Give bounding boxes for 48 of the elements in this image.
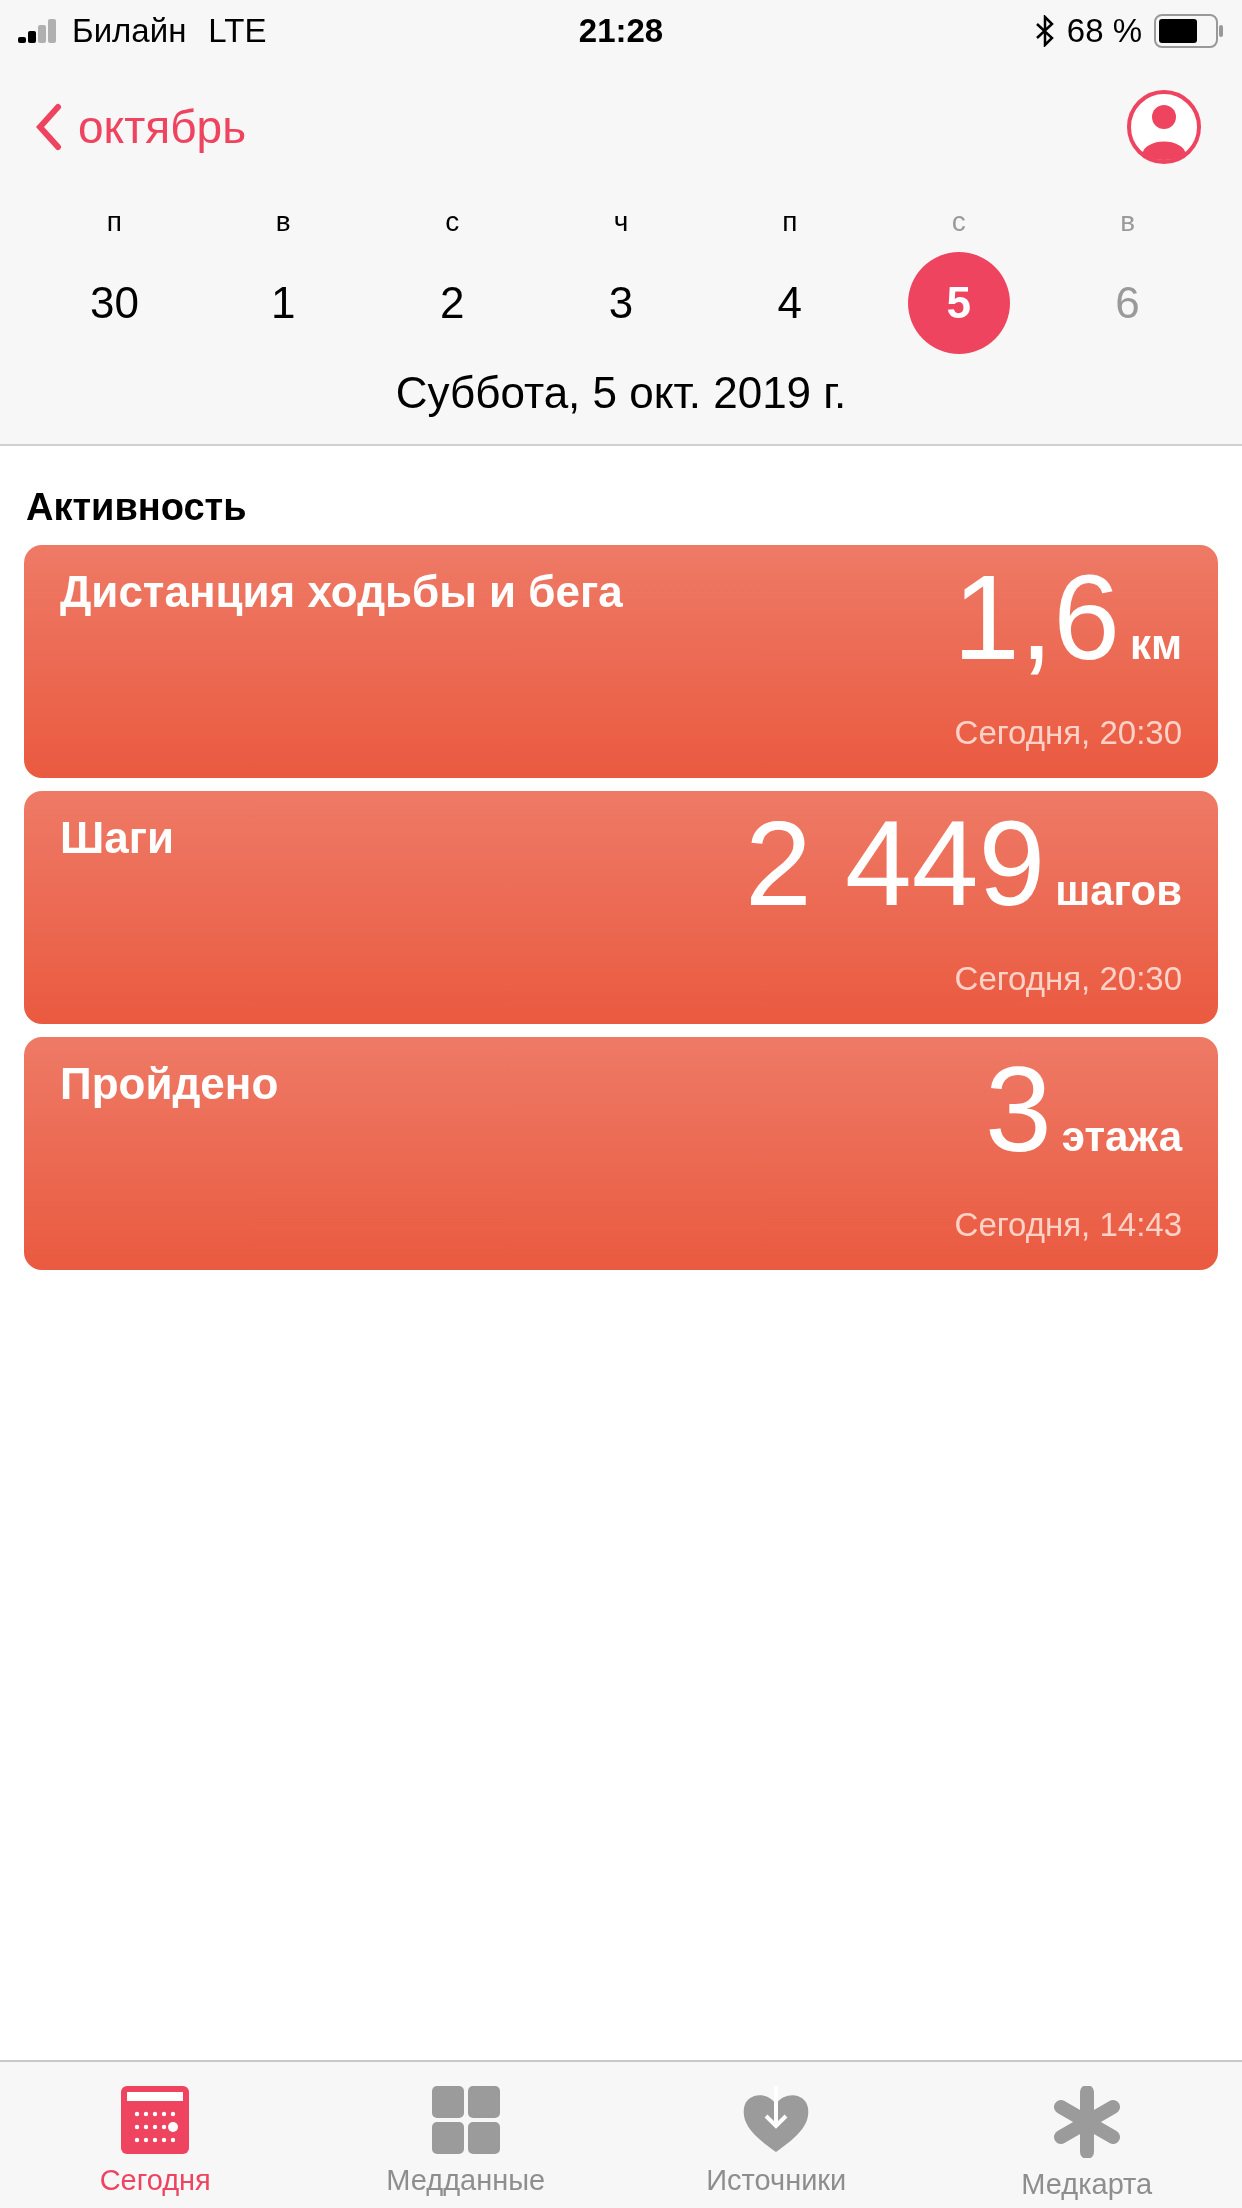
metric-value: 1,6 [953,557,1120,677]
calendar-day[interactable]: 5 [907,252,1010,354]
battery-icon [1154,14,1224,48]
calendar-day[interactable]: 2 [401,252,504,354]
weekday-label: ч [613,205,629,239]
calendar-day[interactable]: 4 [738,252,841,354]
calendar-icon [121,2086,190,2154]
timestamp: Сегодня, 14:43 [954,1206,1182,1244]
chevron-left-icon [36,103,62,151]
card-title: Дистанция ходьбы и бега [60,567,623,618]
clock: 21:28 [578,12,664,50]
weekday-label: с [445,205,460,239]
metric-value: 3 [985,1049,1052,1169]
weekday-label: в [275,205,291,239]
activity-card[interactable]: Шаги 2 449 шагов Сегодня, 20:30 [24,791,1218,1024]
profile-avatar-icon[interactable] [1126,89,1202,165]
weekday-label: в [1120,205,1135,239]
metric-unit: шагов [1055,867,1182,915]
section-title: Активность [26,486,247,528]
tab-bar-item[interactable]: Источники [621,2062,932,2208]
selected-date: Суббота, 5 окт. 2019 г. [395,368,847,417]
battery-percentage: 68 % [1066,12,1142,50]
bluetooth-icon [1034,15,1055,47]
carrier-name: Билайн [72,12,187,50]
asterisk-icon [1052,2086,1121,2158]
metric-unit: этажа [1061,1113,1182,1161]
timestamp: Сегодня, 20:30 [954,960,1182,998]
tab-bar-item[interactable]: Сегодня [0,2062,311,2208]
activity-card[interactable]: Дистанция ходьбы и бега 1,6 км Сегодня, 20:30 [24,545,1218,778]
timestamp: Сегодня, 20:30 [954,714,1182,752]
card-title: Пройдено [60,1059,279,1110]
back-label[interactable]: октябрь [78,100,247,154]
calendar-day[interactable]: 1 [232,252,335,354]
tab-bar-item[interactable]: Медкарта [931,2062,1242,2208]
calendar-day[interactable]: 6 [1076,252,1179,354]
tab-bar-item[interactable]: Медданные [310,2062,621,2208]
calendar-day[interactable]: 30 [63,252,166,354]
calendar-day[interactable]: 3 [570,252,672,354]
metric-value: 2 449 [744,803,1046,923]
weekday-label: п [106,205,122,239]
weekday-label: п [782,205,798,239]
back-button[interactable]: октябрь [36,100,247,154]
weekday-label: с [951,205,966,239]
activity-card[interactable]: Пройдено 3 этажа Сегодня, 14:43 [24,1037,1218,1270]
metric-unit: км [1129,621,1182,669]
network-type: LTE [208,12,267,50]
grid-icon [431,2086,500,2154]
card-title: Шаги [60,813,175,864]
